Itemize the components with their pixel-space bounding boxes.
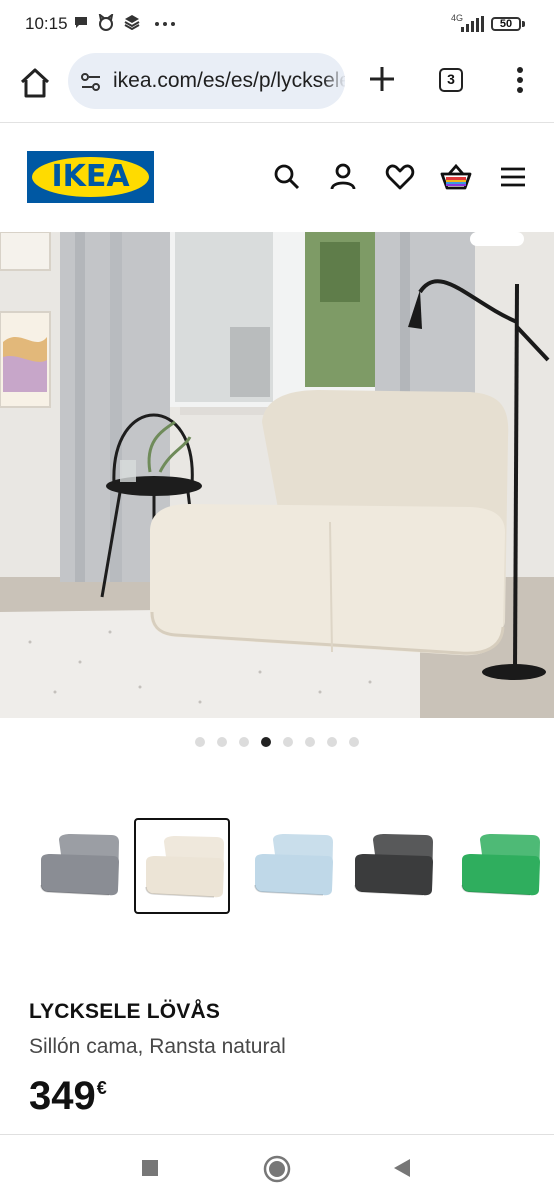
swatch-chair-image bbox=[145, 836, 224, 898]
system-nav-bar bbox=[0, 1134, 554, 1201]
user-icon[interactable] bbox=[326, 160, 360, 194]
browser-toolbar: ikea.com/es/es/p/lycksele-lovas 3 bbox=[0, 50, 554, 123]
swatch-chair-image bbox=[461, 834, 540, 896]
carousel-dot[interactable] bbox=[283, 737, 293, 747]
swatch-blue-pattern[interactable] bbox=[245, 818, 341, 914]
product-name[interactable]: LYCKSELE LÖVÅS bbox=[29, 1000, 220, 1024]
url-fade bbox=[323, 53, 345, 109]
swatch-green[interactable] bbox=[452, 818, 548, 914]
status-time: 10:15 bbox=[25, 14, 68, 33]
product-image[interactable] bbox=[0, 232, 554, 718]
url-text[interactable]: ikea.com/es/es/p/lycksele-lovas bbox=[113, 69, 345, 93]
site-settings-icon[interactable] bbox=[80, 71, 102, 93]
battery-tip bbox=[522, 21, 525, 27]
battery-icon: 50 bbox=[491, 17, 521, 31]
carousel-dot[interactable] bbox=[217, 737, 227, 747]
swatch-natural[interactable] bbox=[134, 818, 230, 914]
swatch-dark-gray[interactable] bbox=[345, 818, 441, 914]
product-price: 349€ bbox=[29, 1074, 107, 1119]
signal-icon bbox=[461, 16, 484, 32]
search-icon[interactable] bbox=[270, 160, 304, 194]
status-bar: 10:15 4G 50 bbox=[0, 0, 554, 50]
chat-icon bbox=[75, 17, 87, 28]
cat-icon bbox=[98, 14, 114, 31]
ikea-logo[interactable]: IKEA bbox=[27, 151, 154, 203]
heart-icon[interactable] bbox=[383, 160, 417, 194]
back-button-icon[interactable] bbox=[393, 1158, 411, 1178]
color-swatches bbox=[0, 818, 554, 918]
layers-icon bbox=[124, 15, 140, 30]
address-bar[interactable]: ikea.com/es/es/p/lycksele-lovas bbox=[68, 53, 345, 109]
carousel-indicator bbox=[0, 734, 554, 748]
price-value: 349 bbox=[29, 1074, 96, 1118]
price-currency: € bbox=[96, 1078, 107, 1098]
recents-button-icon[interactable] bbox=[141, 1159, 159, 1177]
home-button-icon[interactable] bbox=[263, 1155, 291, 1183]
carousel-dot[interactable] bbox=[327, 737, 337, 747]
swatch-chair-image bbox=[354, 834, 433, 896]
swatch-chair-image bbox=[40, 834, 119, 896]
carousel-dot[interactable] bbox=[349, 737, 359, 747]
swatch-gray[interactable] bbox=[31, 818, 127, 914]
carousel-dot[interactable] bbox=[261, 737, 271, 747]
site-header: IKEA bbox=[0, 122, 554, 232]
carousel-dot[interactable] bbox=[195, 737, 205, 747]
basket-icon[interactable] bbox=[439, 160, 473, 194]
new-tab-icon[interactable] bbox=[366, 63, 398, 95]
more-dots-icon bbox=[155, 22, 175, 26]
swatch-chair-image bbox=[254, 834, 333, 896]
tab-switcher-button[interactable]: 3 bbox=[439, 68, 463, 92]
home-icon[interactable] bbox=[16, 64, 54, 102]
product-description: Sillón cama, Ransta natural bbox=[29, 1035, 286, 1058]
chair-bed-photo bbox=[0, 232, 554, 718]
browser-menu-icon[interactable] bbox=[510, 64, 530, 96]
carousel-dot[interactable] bbox=[305, 737, 315, 747]
hamburger-menu-icon[interactable] bbox=[496, 160, 530, 194]
logo-text: IKEA bbox=[51, 159, 130, 194]
carousel-dot[interactable] bbox=[239, 737, 249, 747]
